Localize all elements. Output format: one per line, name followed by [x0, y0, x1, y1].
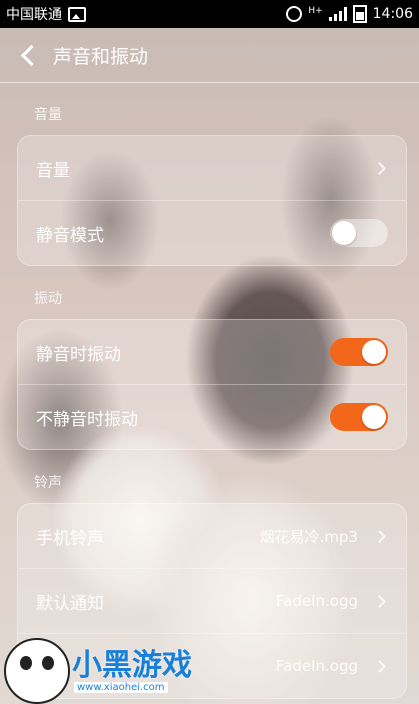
silent-mode-row[interactable]: 静音模式 [18, 200, 406, 265]
chevron-right-icon [373, 659, 386, 673]
section-label-volume: 音量 [34, 107, 62, 123]
alarm-icon [286, 6, 303, 22]
default-notification-row[interactable]: 默认通知 FadeIn.ogg [18, 568, 406, 633]
row-label: 不静音时振动 [36, 409, 138, 430]
volume-card: 音量 静音模式 [17, 135, 407, 266]
row-label: 默认通知 [36, 593, 104, 614]
vibration-card: 静音时振动 不静音时振动 [17, 319, 407, 450]
clock: 14:06 [372, 6, 413, 22]
vibrate-when-not-silent-row[interactable]: 不静音时振动 [18, 384, 406, 449]
chevron-right-icon [373, 529, 386, 543]
row-label: 手机铃声 [36, 528, 104, 549]
header-divider [0, 82, 419, 83]
vibrate-when-silent-row[interactable]: 静音时振动 [18, 320, 406, 384]
battery-icon [352, 5, 367, 23]
carrier-name: 中国联通 [6, 7, 62, 23]
signal-icon [328, 7, 347, 21]
status-bar: 中国联通 H+ 14:06 [0, 0, 419, 28]
silent-mode-toggle[interactable] [330, 219, 388, 247]
network-type: H+ [308, 5, 323, 16]
toggle-knob [362, 405, 386, 429]
row-label: 音量 [36, 160, 70, 181]
vibrate-when-not-silent-toggle[interactable] [330, 403, 388, 431]
title-bar: 声音和振动 [0, 28, 419, 82]
row-label: 静音时振动 [36, 344, 121, 365]
row-label: 静音模式 [36, 225, 104, 246]
row-value: FadeIn.ogg [275, 592, 358, 610]
image-notification-icon [68, 6, 86, 22]
row-value: 烟花易冷.mp3 [259, 527, 358, 546]
watermark-logo: 小黑游戏 www.xiaohei.com [4, 638, 196, 704]
section-label-vibration: 振动 [34, 291, 62, 307]
section-label-ringtone: 铃声 [34, 475, 62, 491]
panda-icon [4, 638, 70, 704]
back-arrow-icon[interactable] [20, 44, 43, 66]
phone-ringtone-row[interactable]: 手机铃声 烟花易冷.mp3 [18, 504, 406, 568]
chevron-right-icon [373, 161, 386, 175]
toggle-knob [332, 221, 356, 245]
toggle-knob [362, 340, 386, 364]
watermark-text: 小黑游戏 [72, 648, 192, 683]
row-value: FadeIn.ogg [275, 657, 358, 675]
vibrate-when-silent-toggle[interactable] [330, 338, 388, 366]
watermark-url: www.xiaohei.com [74, 682, 168, 693]
page-title: 声音和振动 [53, 45, 149, 68]
volume-row[interactable]: 音量 [18, 136, 406, 200]
chevron-right-icon [373, 594, 386, 608]
